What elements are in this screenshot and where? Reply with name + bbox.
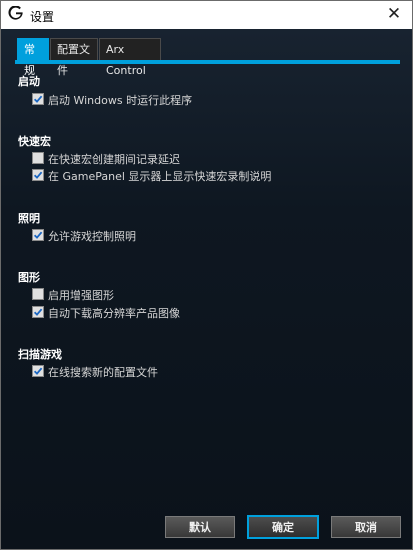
section-lighting-title: 照明	[18, 212, 40, 225]
section-scan-games-title: 扫描游戏	[18, 348, 62, 361]
section-startup-title: 启动	[18, 75, 40, 88]
settings-content: 常规 配置文件 Arx Control 启动 启动 Windows 时运行此程序…	[1, 29, 412, 549]
ok-button[interactable]: 确定	[247, 515, 319, 539]
option-label: 启动 Windows 时运行此程序	[48, 94, 193, 107]
checkbox-checked[interactable]	[32, 169, 44, 181]
settings-window: 设置 ✕ 常规 配置文件 Arx Control 启动 启动 Windows 时…	[0, 0, 413, 550]
option-label: 在快速宏创建期间记录延迟	[48, 153, 180, 166]
option-label: 在线搜索新的配置文件	[48, 366, 158, 379]
checkbox-checked[interactable]	[32, 93, 44, 105]
option-label: 自动下载高分辨率产品图像	[48, 307, 180, 320]
tab-profiles[interactable]: 配置文件	[50, 38, 98, 77]
cancel-button[interactable]: 取消	[331, 516, 401, 538]
title-bar: 设置 ✕	[1, 1, 412, 29]
section-macros-title: 快速宏	[18, 135, 51, 148]
tab-underline	[15, 60, 400, 64]
section-graphics-title: 图形	[18, 271, 40, 284]
checkbox-unchecked[interactable]	[32, 152, 44, 164]
close-icon[interactable]: ✕	[382, 3, 406, 25]
window-title: 设置	[30, 10, 55, 24]
default-button[interactable]: 默认	[165, 516, 235, 538]
checkbox-unchecked[interactable]	[32, 288, 44, 300]
tab-arx-control[interactable]: Arx Control	[99, 38, 161, 77]
option-label: 启用增强图形	[48, 289, 114, 302]
checkbox-checked[interactable]	[32, 229, 44, 241]
option-label: 允许游戏控制照明	[48, 230, 136, 243]
checkbox-checked[interactable]	[32, 306, 44, 318]
logitech-g-logo-icon	[8, 5, 23, 21]
checkbox-checked[interactable]	[32, 365, 44, 377]
option-label: 在 GamePanel 显示器上显示快速宏录制说明	[48, 170, 272, 183]
tab-general[interactable]: 常规	[17, 38, 49, 77]
